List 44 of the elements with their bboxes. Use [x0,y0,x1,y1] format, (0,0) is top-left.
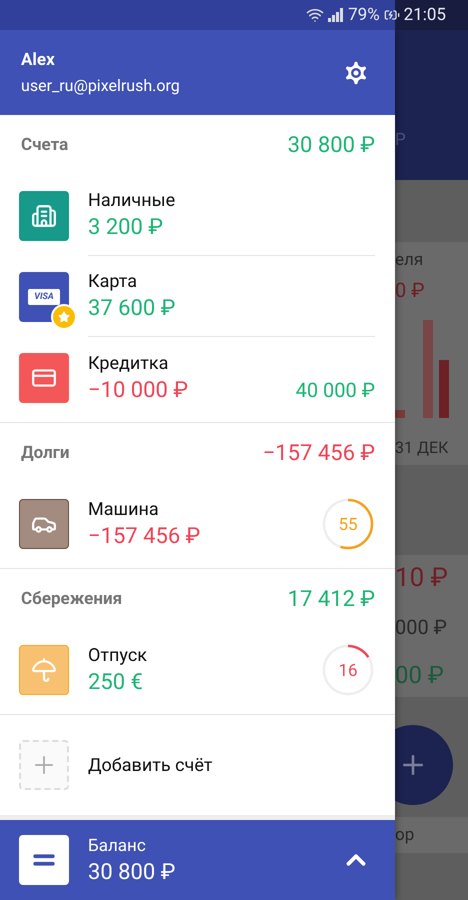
background-text: 0 ₽ [395,278,424,302]
progress-ring [322,498,374,549]
background-text: 00 ₽ [395,661,444,689]
balance-label: Баланс [88,836,147,856]
account-amount: 250 € [88,670,143,694]
account-name[interactable]: Машина [88,498,321,520]
account-amount: −157 456 ₽ [88,524,200,548]
add-account-label[interactable]: Добавить счёт [88,754,212,776]
account-name[interactable]: Отпуск [88,644,321,666]
add-fab[interactable] [395,725,453,805]
account-name[interactable]: Кредитка [88,352,375,374]
card-label: VISA [28,288,60,304]
group-total: −157 456 ₽ [262,440,375,466]
account-amount: 37 600 ₽ [88,296,176,321]
car-icon [19,498,69,548]
background-text: 10 ₽ [395,563,448,593]
credit-limit: 40 000 ₽ [296,378,375,402]
balance-amount: 30 800 ₽ [88,860,176,884]
progress-ring [322,644,374,695]
group-total: 17 412 ₽ [288,586,375,612]
battery-percent: 79% [348,5,380,25]
user-email: user_ru@pixelrush.org [21,76,180,95]
account-amount: 3 200 ₽ [88,215,163,240]
user-name: Alex [21,50,56,70]
background-text: 31 ДЕК [395,438,448,457]
clock: 21:05 [404,5,446,25]
progress-value: 55 [338,514,358,534]
buildings-icon [19,190,69,240]
background-text: 000 ₽ [395,615,447,639]
background-text: ор [395,825,414,845]
background-text: еля [395,250,424,270]
account-amount: −10 000 ₽ [88,378,188,402]
credit-card-icon [19,352,69,402]
group-total: 30 800 ₽ [288,132,375,158]
signal-icon [328,8,344,22]
umbrella-icon [19,644,69,694]
wifi-icon [306,6,324,24]
account-name[interactable]: Наличные [88,190,375,211]
equals-icon [19,835,69,885]
group-title: Сбережения [21,589,122,609]
account-name[interactable]: Карта [88,271,375,292]
progress-value: 16 [338,660,358,680]
group-title: Долги [21,443,70,463]
group-title: Счета [21,135,68,155]
